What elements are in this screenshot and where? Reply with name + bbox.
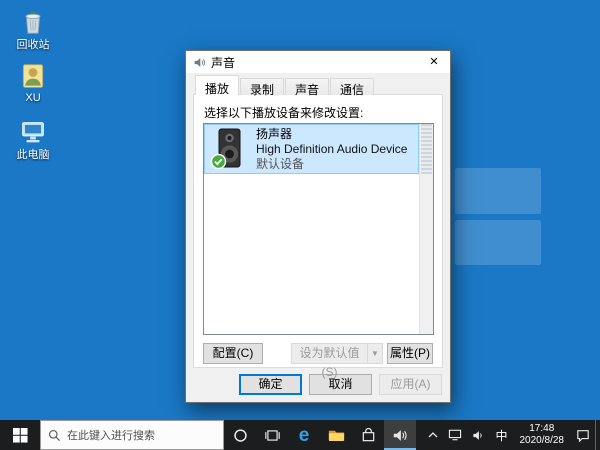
list-scrollbar[interactable] (419, 124, 433, 334)
dialog-title: 声音 (211, 55, 236, 70)
search-icon (48, 429, 60, 441)
playback-tab-page: 选择以下播放设备来修改设置: 扬声器 High Definition Audio… (193, 94, 443, 379)
tray-display-button[interactable] (443, 420, 467, 450)
chevron-up-icon (429, 432, 438, 438)
close-icon[interactable]: ✕ (418, 51, 450, 73)
tray-expand-button[interactable] (423, 420, 443, 450)
desktop-icon-recycle-bin[interactable]: 回收站 (2, 7, 64, 51)
store-icon (362, 427, 374, 441)
taskbar-cortana-button[interactable] (224, 420, 256, 450)
clock-date: 2020/8/28 (519, 435, 565, 446)
ok-button[interactable]: 确定 (239, 374, 302, 395)
desktop-icon-label: XU (25, 92, 41, 104)
taskbar-sound-app-button[interactable] (384, 420, 416, 450)
edge-icon: e (298, 424, 310, 446)
dialog-footer: 确定 取消 应用(A) (186, 374, 442, 395)
file-explorer-icon (328, 430, 344, 441)
instruction-text: 选择以下播放设备来修改设置: (204, 106, 364, 120)
display-icon (449, 429, 462, 441)
desktop: 回收站 XU 此电脑 声音 ✕ 播放 录制 声音 通信 选择以下播放设备来修改设… (0, 0, 600, 420)
logo-tile (455, 168, 541, 214)
desktop-icon-user-xu[interactable]: XU (2, 62, 64, 104)
device-name: 扬声器 (256, 126, 293, 141)
windows-start-icon (12, 427, 28, 443)
scrollbar-thumb[interactable] (421, 124, 432, 174)
set-default-button[interactable]: 设为默认值(S) (291, 343, 367, 379)
set-default-dropdown-icon[interactable]: ▼ (367, 343, 383, 364)
playback-device-list[interactable]: 扬声器 High Definition Audio Device 默认设备 (203, 123, 434, 335)
cancel-button[interactable]: 取消 (309, 374, 372, 395)
cortana-icon (233, 428, 247, 442)
tab-strip: 播放 录制 声音 通信 (195, 75, 375, 97)
configure-button[interactable]: 配置(C) (203, 343, 263, 364)
speaker-title-icon (194, 57, 206, 67)
logo-tile (455, 219, 541, 265)
tab-communications[interactable]: 通信 (330, 78, 375, 97)
user-icon (22, 64, 44, 88)
tray-input-method[interactable]: 中 (490, 420, 512, 450)
device-status: 默认设备 (256, 156, 305, 171)
taskbar-task-view-button[interactable] (256, 420, 288, 450)
device-description: High Definition Audio Device (256, 141, 408, 156)
taskbar: 在此键入进行搜索 e 中 17:48 2020/8/28 (0, 420, 600, 450)
clock-time: 17:48 (529, 423, 555, 434)
action-center-icon (577, 429, 589, 442)
dialog-titlebar[interactable]: 声音 ✕ (186, 51, 450, 73)
tray-volume-button[interactable] (467, 420, 490, 450)
task-view-icon (264, 429, 280, 441)
desktop-icon-label: 回收站 (16, 39, 50, 51)
show-desktop-button[interactable] (595, 420, 600, 450)
tab-recording[interactable]: 录制 (240, 78, 285, 97)
tray-clock[interactable]: 17:48 2020/8/28 (513, 420, 572, 450)
taskbar-file-explorer-button[interactable] (320, 420, 352, 450)
search-placeholder: 在此键入进行搜索 (67, 430, 155, 442)
taskbar-store-button[interactable] (352, 420, 384, 450)
device-item-speakers[interactable]: 扬声器 High Definition Audio Device 默认设备 (204, 124, 419, 174)
device-action-buttons: 配置(C) 设为默认值(S) ▼ 属性(P) (203, 343, 433, 379)
taskbar-edge-button[interactable]: e (288, 420, 320, 450)
action-center-button[interactable] (571, 420, 595, 450)
sound-app-icon (393, 429, 407, 441)
tab-sounds[interactable]: 声音 (285, 78, 330, 97)
start-button[interactable] (0, 420, 40, 450)
desktop-icon-this-pc[interactable]: 此电脑 (2, 117, 64, 161)
volume-icon (473, 430, 483, 440)
desktop-icon-label: 此电脑 (16, 149, 50, 161)
search-input[interactable]: 在此键入进行搜索 (40, 420, 224, 450)
properties-button[interactable]: 属性(P) (387, 343, 433, 364)
apply-button[interactable]: 应用(A) (379, 374, 442, 395)
tab-playback[interactable]: 播放 (195, 75, 240, 96)
device-text: 扬声器 High Definition Audio Device 默认设备 (256, 127, 407, 172)
recycle-bin-icon (25, 10, 41, 34)
speaker-device-icon (210, 128, 241, 170)
sound-dialog: 声音 ✕ 播放 录制 声音 通信 选择以下播放设备来修改设置: 扬声器 High… (185, 50, 451, 403)
computer-icon (22, 122, 44, 143)
system-tray: 中 17:48 2020/8/28 (423, 420, 600, 450)
